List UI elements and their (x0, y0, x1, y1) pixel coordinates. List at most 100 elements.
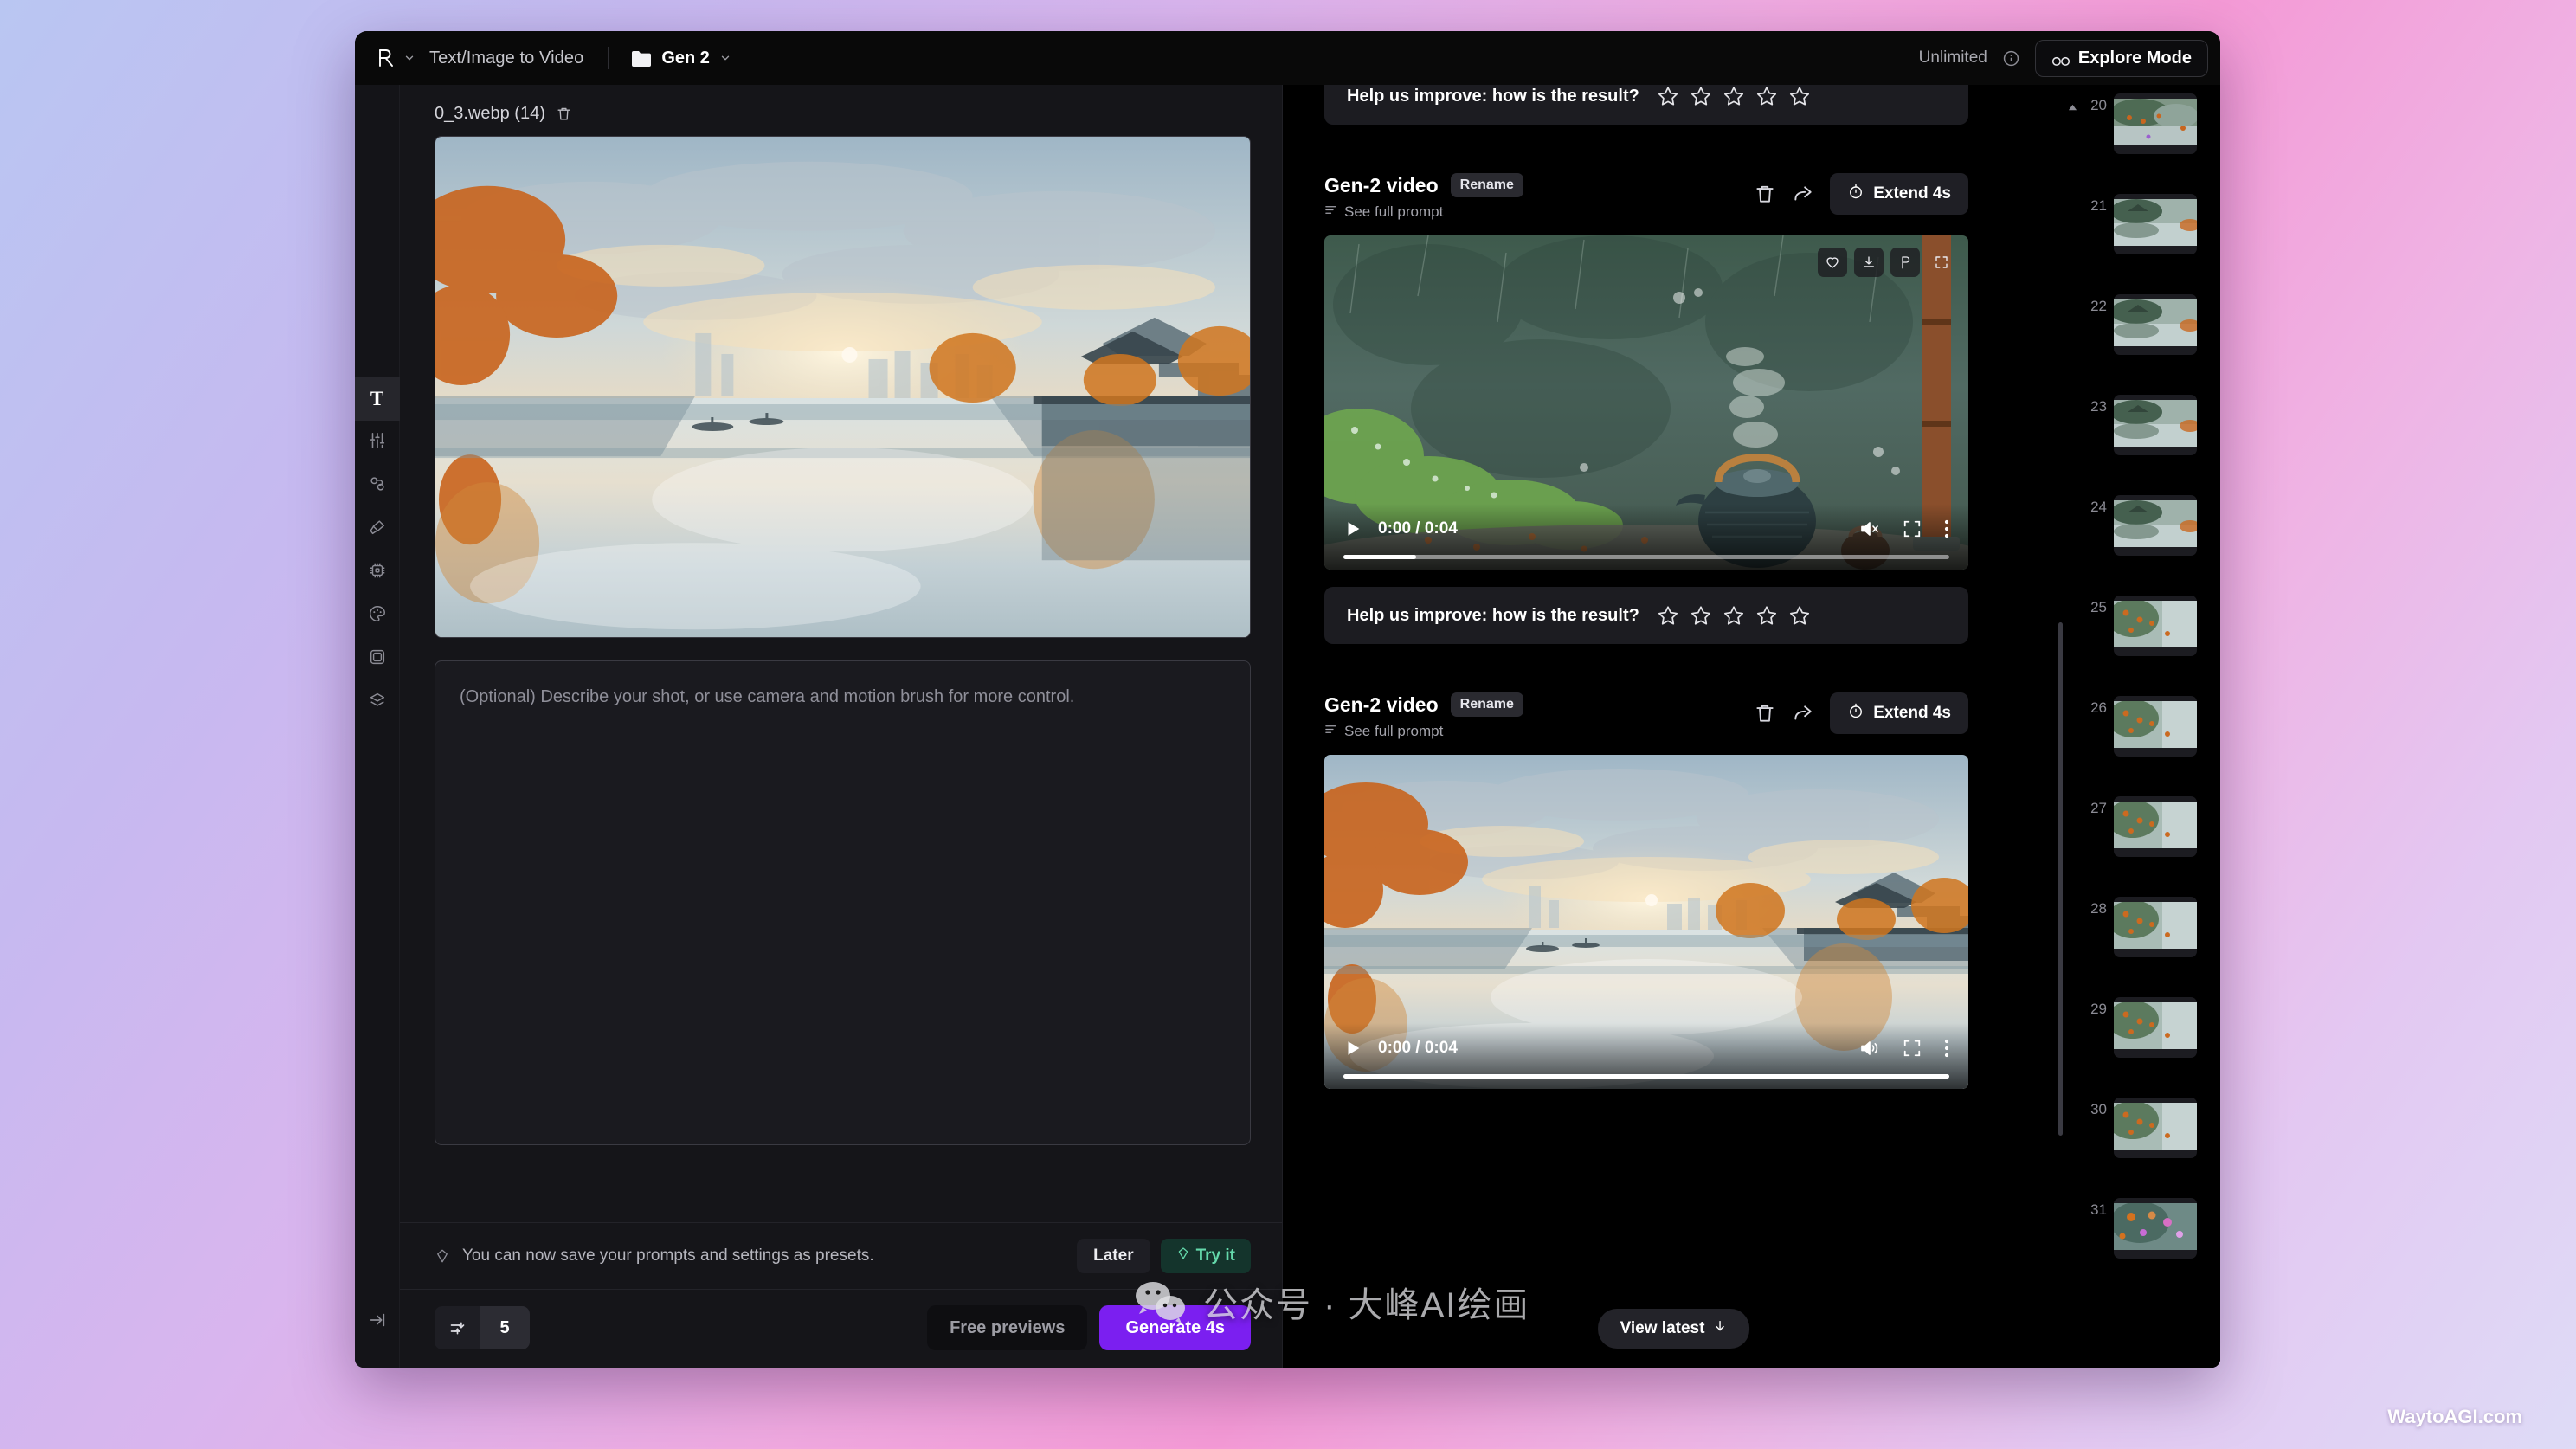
thumbnail-row[interactable]: 20 (2064, 93, 2206, 194)
thumbnail-row[interactable]: 29 (2064, 997, 2206, 1098)
thumbnail-row[interactable]: 30 (2064, 1098, 2206, 1198)
video-progress-bar[interactable] (1343, 1074, 1949, 1079)
thumbnail-card[interactable] (2114, 194, 2197, 254)
fullscreen-icon[interactable] (1903, 1039, 1922, 1058)
thumbnail-card[interactable] (2114, 495, 2197, 556)
sidebar-item-frame-tool[interactable] (355, 637, 400, 680)
thumbnail-rail[interactable]: 20 21 22 23 24 25 26 27 28 29 30 31 (2064, 85, 2220, 1368)
star-outline-icon[interactable] (1755, 604, 1778, 627)
sidebar-item-camera-motion-tool[interactable] (355, 464, 400, 507)
star-outline-icon[interactable] (1690, 85, 1712, 107)
thumbnail-row[interactable]: 27 (2064, 796, 2206, 897)
video-player[interactable]: 0:00 / 0:04 (1324, 235, 1968, 570)
star-outline-icon[interactable] (1657, 604, 1679, 627)
seed-value[interactable]: 5 (480, 1306, 530, 1349)
video-progress-bar[interactable] (1343, 555, 1949, 559)
preset-try-it-button[interactable]: Try it (1160, 1239, 1251, 1273)
star-outline-icon[interactable] (1788, 85, 1811, 107)
sidebar-item-layers-tool[interactable] (355, 680, 400, 724)
free-previews-button[interactable]: Free previews (927, 1305, 1088, 1350)
camera-motion-icon (368, 474, 387, 498)
thumbnail-row[interactable]: 22 (2064, 294, 2206, 395)
thumbnail-card[interactable] (2114, 997, 2197, 1058)
video-progress-fill (1343, 555, 1416, 559)
fullscreen-icon[interactable] (1903, 519, 1922, 538)
preset-later-button[interactable]: Later (1077, 1239, 1150, 1273)
star-outline-icon[interactable] (1723, 604, 1745, 627)
share-arrow-icon[interactable] (1792, 702, 1814, 724)
thumbnail-row[interactable]: 31 (2064, 1198, 2206, 1298)
app-logo-menu[interactable] (370, 44, 421, 72)
star-outline-icon[interactable] (1723, 85, 1745, 107)
caret-up-icon[interactable] (2068, 101, 2077, 111)
star-outline-icon[interactable] (1690, 604, 1712, 627)
collapse-panel-button[interactable] (355, 1300, 400, 1343)
thumbnail-number: 25 (2090, 599, 2107, 615)
video-player[interactable]: 0:00 / 0:04 (1324, 755, 1968, 1089)
thumbnail-card[interactable] (2114, 897, 2197, 957)
chevron-down-icon (403, 52, 415, 64)
thumbnail-row[interactable]: 28 (2064, 897, 2206, 997)
video-controls: 0:00 / 0:04 (1324, 1023, 1968, 1089)
extend-button[interactable]: Extend 4s (1830, 173, 1968, 215)
explore-mode-button[interactable]: Explore Mode (2034, 39, 2208, 77)
seed-sliders-icon[interactable] (435, 1306, 480, 1349)
feed-scrollbar-knob[interactable] (2058, 622, 2063, 1136)
composer-actions: Free previews Generate 4s (927, 1305, 1251, 1350)
info-circle-icon[interactable] (2003, 50, 2019, 67)
see-full-prompt-button[interactable]: See full prompt (1324, 723, 1523, 740)
download-icon[interactable] (1854, 248, 1884, 277)
play-icon[interactable] (1343, 519, 1362, 538)
thumbnail-row[interactable]: 23 (2064, 395, 2206, 495)
heart-icon[interactable] (1818, 248, 1847, 277)
top-bar-right: Unlimited Explore Mode (1919, 39, 2208, 77)
star-outline-icon[interactable] (1755, 85, 1778, 107)
sidebar-item-text-tool[interactable]: T (355, 377, 400, 421)
thumbnail-card[interactable] (2114, 93, 2197, 154)
thumbnail-card[interactable] (2114, 395, 2197, 455)
sidebar-item-motion-brush-tool[interactable] (355, 507, 400, 551)
see-full-prompt-button[interactable]: See full prompt (1324, 203, 1523, 221)
trash-icon[interactable] (1754, 183, 1776, 205)
play-icon[interactable] (1343, 1039, 1362, 1058)
generate-button[interactable]: Generate 4s (1099, 1305, 1251, 1350)
sidebar-item-model-tool[interactable] (355, 551, 400, 594)
thumbnail-image (2114, 299, 2197, 346)
preset-diamond-icon (1176, 1246, 1190, 1265)
thumbnail-card[interactable] (2114, 1198, 2197, 1259)
thumbnail-row[interactable]: 24 (2064, 495, 2206, 596)
rename-button[interactable]: Rename (1450, 173, 1523, 197)
thumbnail-card[interactable] (2114, 1098, 2197, 1158)
kebab-menu-icon[interactable] (1944, 518, 1949, 539)
feed-scrollbar[interactable] (2058, 133, 2063, 1298)
trash-icon[interactable] (556, 106, 572, 123)
star-outline-icon[interactable] (1657, 85, 1679, 107)
results-area: Help us improve: how is the result? Gen-… (1283, 85, 2220, 1368)
result-card-title-block: Gen-2 video Rename See full prompt (1324, 173, 1523, 221)
thumbnail-card[interactable] (2114, 696, 2197, 757)
volume-on-icon[interactable] (1859, 1040, 1880, 1057)
volume-muted-icon[interactable] (1859, 520, 1880, 538)
thumbnail-row[interactable]: 21 (2064, 194, 2206, 294)
thumbnail-row[interactable]: 26 (2064, 696, 2206, 796)
folder-selector[interactable]: Gen 2 (624, 44, 738, 73)
expand-icon[interactable] (1927, 248, 1956, 277)
sidebar-item-style-tool[interactable] (355, 594, 400, 637)
thumbnail-card[interactable] (2114, 294, 2197, 355)
thumbnail-row[interactable]: 25 (2064, 596, 2206, 696)
thumbnail-number: 23 (2090, 398, 2107, 415)
mode-selector[interactable]: Text/Image to Video (421, 44, 592, 73)
extend-button[interactable]: Extend 4s (1830, 692, 1968, 734)
thumbnail-card[interactable] (2114, 796, 2197, 857)
reference-image-preview[interactable] (435, 136, 1251, 638)
thumbnail-card[interactable] (2114, 596, 2197, 656)
sidebar-item-settings-tool[interactable] (355, 421, 400, 464)
prompt-input[interactable]: (Optional) Describe your shot, or use ca… (435, 660, 1251, 1145)
share-arrow-icon[interactable] (1792, 183, 1814, 205)
trash-icon[interactable] (1754, 702, 1776, 724)
view-latest-button[interactable]: View latest (1597, 1309, 1750, 1349)
star-outline-icon[interactable] (1788, 604, 1811, 627)
pin-prompt-icon[interactable] (1890, 248, 1920, 277)
kebab-menu-icon[interactable] (1944, 1038, 1949, 1059)
rename-button[interactable]: Rename (1450, 692, 1523, 717)
